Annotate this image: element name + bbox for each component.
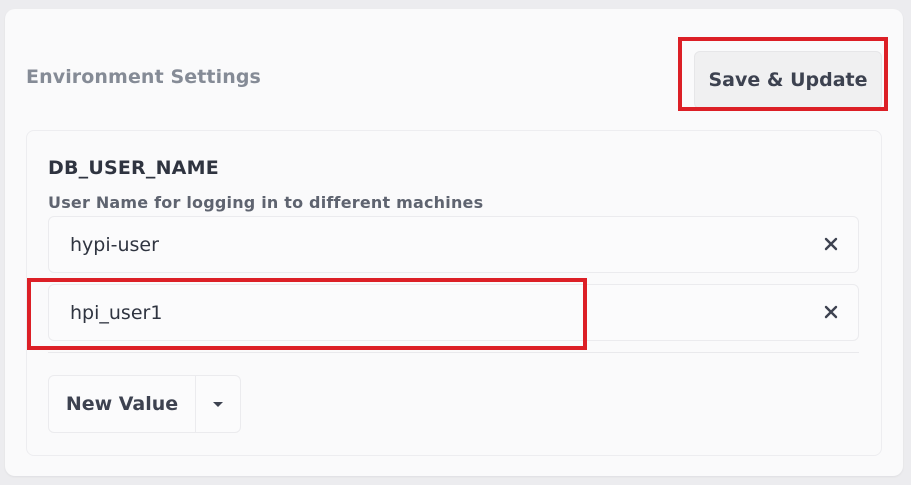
page: Environment Settings Save & Update DB_US… xyxy=(0,0,911,485)
section-title: Environment Settings xyxy=(26,66,261,88)
remove-value-button[interactable] xyxy=(821,302,841,322)
remove-value-button[interactable] xyxy=(821,234,841,254)
value-input[interactable] xyxy=(70,285,790,340)
caret-down-icon xyxy=(213,402,223,407)
variable-description: User Name for logging in to different ma… xyxy=(48,193,484,212)
value-row xyxy=(48,284,859,341)
new-value-button[interactable]: New Value xyxy=(49,376,196,432)
divider xyxy=(48,352,859,353)
close-icon xyxy=(824,237,838,251)
save-update-button[interactable]: Save & Update xyxy=(694,51,882,109)
value-input[interactable] xyxy=(70,217,790,272)
value-row xyxy=(48,216,859,273)
new-value-dropdown-toggle[interactable] xyxy=(196,376,240,432)
new-value-split-button: New Value xyxy=(48,375,241,433)
close-icon xyxy=(824,305,838,319)
variable-name: DB_USER_NAME xyxy=(48,157,219,179)
